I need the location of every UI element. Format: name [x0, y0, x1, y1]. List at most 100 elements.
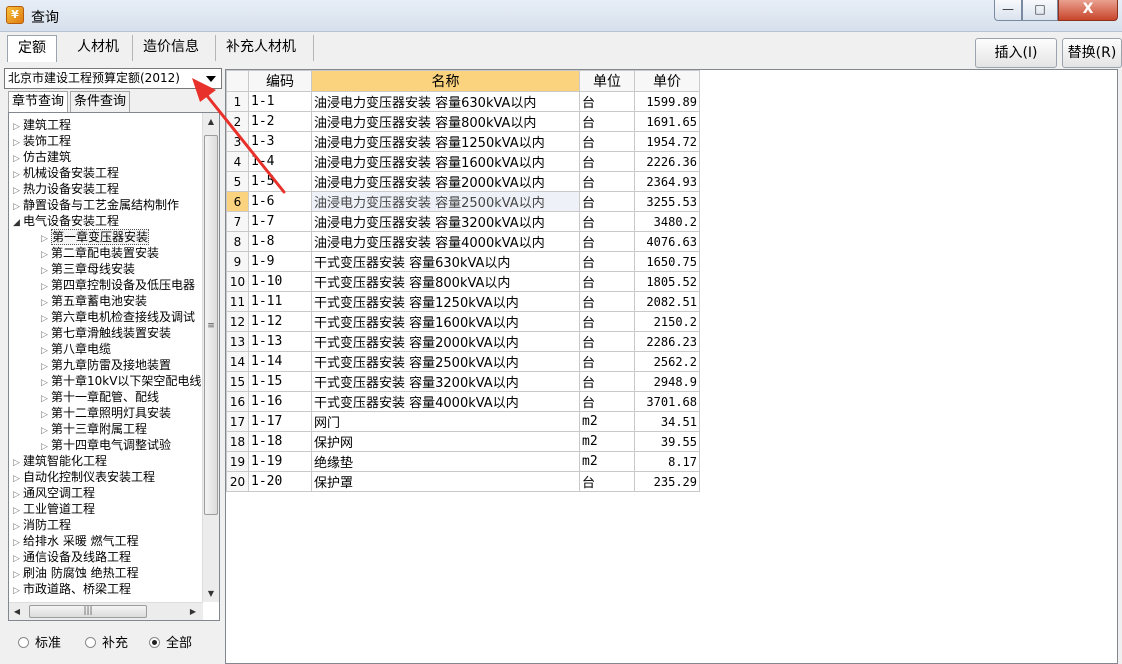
maximize-button[interactable]: □ — [1022, 0, 1058, 21]
row-number[interactable]: 9 — [226, 251, 249, 272]
scroll-up-icon[interactable]: ▲ — [203, 113, 219, 130]
cell-price[interactable]: 39.55 — [634, 431, 700, 452]
tree-expand-icon[interactable]: ▷ — [41, 247, 51, 261]
tree-expand-icon[interactable]: ▷ — [13, 455, 23, 469]
tree-expand-icon[interactable]: ▷ — [13, 551, 23, 565]
cell-unit[interactable]: m2 — [579, 411, 635, 432]
tree-item-category[interactable]: ▷ 消防工程 — [13, 517, 201, 533]
table-row[interactable]: 19 1-19 绝缘垫 m2 8.17 — [226, 451, 700, 472]
hscroll-thumb[interactable]: ||| — [29, 605, 147, 618]
cell-price[interactable]: 8.17 — [634, 451, 700, 472]
cell-code[interactable]: 1-15 — [248, 371, 312, 392]
tab-chapter-search[interactable]: 章节查询 — [8, 91, 69, 113]
table-row[interactable]: 10 1-10 干式变压器安装 容量800kVA以内台 1805.52 — [226, 271, 700, 292]
table-row[interactable]: 20 1-20 保护罩台 235.29 — [226, 471, 700, 492]
row-number[interactable]: 15 — [226, 371, 249, 392]
tree-item-chapter[interactable]: ▷ 第六章电机检查接线及调试 — [13, 309, 201, 325]
tree-expand-icon[interactable]: ▷ — [13, 167, 23, 181]
table-row[interactable]: 12 1-12 干式变压器安装 容量1600kVA以内台 2150.2 — [226, 311, 700, 332]
tree-expand-icon[interactable]: ▷ — [13, 519, 23, 533]
tree-item-category[interactable]: ▷ 仿古建筑 — [13, 149, 201, 165]
cell-name[interactable]: 油浸电力变压器安装 容量2000kVA以内 — [311, 171, 580, 192]
cell-price[interactable]: 235.29 — [634, 471, 700, 492]
cell-name[interactable]: 网门 — [311, 411, 580, 432]
cell-price[interactable]: 2226.36 — [634, 151, 700, 172]
scroll-down-icon[interactable]: ▼ — [203, 585, 219, 602]
row-number[interactable]: 3 — [226, 131, 249, 152]
tree-expand-icon[interactable]: ▷ — [13, 583, 23, 597]
cell-code[interactable]: 1-7 — [248, 211, 312, 232]
cell-code[interactable]: 1-20 — [248, 471, 312, 492]
cell-price[interactable]: 1691.65 — [634, 111, 700, 132]
dropdown-arrow-icon[interactable] — [206, 76, 216, 82]
cell-unit[interactable]: 台 — [579, 91, 635, 112]
tree-expand-icon[interactable]: ▷ — [41, 279, 51, 293]
tree-item-category[interactable]: ▷ 机械设备安装工程 — [13, 165, 201, 181]
cell-name[interactable]: 干式变压器安装 容量2500kVA以内 — [311, 351, 580, 372]
tree-expand-icon[interactable]: ▷ — [41, 375, 51, 389]
cell-name[interactable]: 干式变压器安装 容量800kVA以内 — [311, 271, 580, 292]
table-row[interactable]: 1 1-1 油浸电力变压器安装 容量630kVA以内台 1599.89 — [226, 91, 700, 112]
table-row[interactable]: 18 1-18 保护网 m2 39.55 — [226, 431, 700, 452]
tree-item-chapter[interactable]: ▷ 第三章母线安装 — [13, 261, 201, 277]
row-number[interactable]: 14 — [226, 351, 249, 372]
cell-code[interactable]: 1-16 — [248, 391, 312, 412]
cell-price[interactable]: 1650.75 — [634, 251, 700, 272]
tree-item-chapter[interactable]: ▷ 第十一章配管、配线 — [13, 389, 201, 405]
cell-name[interactable]: 保护网 — [311, 431, 580, 452]
tree-item-category[interactable]: ▷ 通信设备及线路工程 — [13, 549, 201, 565]
cell-code[interactable]: 1-14 — [248, 351, 312, 372]
tree-item-category[interactable]: ▷ 建筑智能化工程 — [13, 453, 201, 469]
row-number[interactable]: 5 — [226, 171, 249, 192]
cell-code[interactable]: 1-1 — [248, 91, 312, 112]
row-number[interactable]: 1 — [226, 91, 249, 112]
row-number[interactable]: 4 — [226, 151, 249, 172]
cell-code[interactable]: 1-3 — [248, 131, 312, 152]
cell-unit[interactable]: 台 — [579, 351, 635, 372]
cell-code[interactable]: 1-12 — [248, 311, 312, 332]
close-button[interactable]: X — [1058, 0, 1118, 21]
table-row[interactable]: 16 1-16 干式变压器安装 容量4000kVA以内台 3701.68 — [226, 391, 700, 412]
tree-item-category[interactable]: ▷ 建筑工程 — [13, 117, 201, 133]
tree-expand-icon[interactable]: ▷ — [13, 567, 23, 581]
radio-all-icon[interactable] — [149, 637, 160, 648]
cell-code[interactable]: 1-18 — [248, 431, 312, 452]
cell-code[interactable]: 1-10 — [248, 271, 312, 292]
tree-horizontal-scrollbar[interactable]: ◀ ||| ▶ — [9, 602, 203, 620]
table-row[interactable]: 8 1-8 油浸电力变压器安装 容量4000kVA以内台 4076.63 — [226, 231, 700, 252]
tree-item-chapter[interactable]: ▷ 第九章防雷及接地装置 — [13, 357, 201, 373]
cell-unit[interactable]: 台 — [579, 251, 635, 272]
table-row[interactable]: 7 1-7 油浸电力变压器安装 容量3200kVA以内台 3480.2 — [226, 211, 700, 232]
table-row[interactable]: 2 1-2 油浸电力变压器安装 容量800kVA以内台 1691.65 — [226, 111, 700, 132]
cell-price[interactable]: 2948.9 — [634, 371, 700, 392]
cell-price[interactable]: 4076.63 — [634, 231, 700, 252]
tab-cost-info[interactable]: 造价信息 — [133, 35, 216, 61]
cell-unit[interactable]: 台 — [579, 151, 635, 172]
cell-price[interactable]: 34.51 — [634, 411, 700, 432]
minimize-button[interactable]: — — [994, 0, 1022, 21]
cell-name[interactable]: 干式变压器安装 容量4000kVA以内 — [311, 391, 580, 412]
row-number[interactable]: 17 — [226, 411, 249, 432]
tree-item-category[interactable]: ▷ 给排水 采暖 燃气工程 — [13, 533, 201, 549]
cell-code[interactable]: 1-5 — [248, 171, 312, 192]
cell-unit[interactable]: 台 — [579, 311, 635, 332]
tree-item-chapter[interactable]: ▷ 第十三章附属工程 — [13, 421, 201, 437]
quota-library-select[interactable]: 北京市建设工程预算定额(2012) — [4, 68, 222, 89]
tree-expand-icon[interactable]: ▷ — [13, 471, 23, 485]
tree-item-chapter[interactable]: ▷ 第十二章照明灯具安装 — [13, 405, 201, 421]
row-number[interactable]: 10 — [226, 271, 249, 292]
tree-item-chapter[interactable]: ▷ 第五章蓄电池安装 — [13, 293, 201, 309]
tab-condition-search[interactable]: 条件查询 — [70, 91, 131, 112]
cell-unit[interactable]: 台 — [579, 471, 635, 492]
cell-name[interactable]: 干式变压器安装 容量3200kVA以内 — [311, 371, 580, 392]
tab-supplement-lmm[interactable]: 补充人材机 — [216, 35, 314, 61]
cell-code[interactable]: 1-17 — [248, 411, 312, 432]
radio-standard[interactable]: 标准 — [18, 632, 61, 651]
cell-name[interactable]: 绝缘垫 — [311, 451, 580, 472]
tree-expand-icon[interactable]: ▷ — [41, 311, 51, 325]
radio-standard-icon[interactable] — [18, 637, 29, 648]
col-header-unit[interactable]: 单位 — [579, 70, 635, 92]
cell-price[interactable]: 3255.53 — [634, 191, 700, 212]
cell-code[interactable]: 1-13 — [248, 331, 312, 352]
tree-item-chapter[interactable]: ▷ 第七章滑触线装置安装 — [13, 325, 201, 341]
